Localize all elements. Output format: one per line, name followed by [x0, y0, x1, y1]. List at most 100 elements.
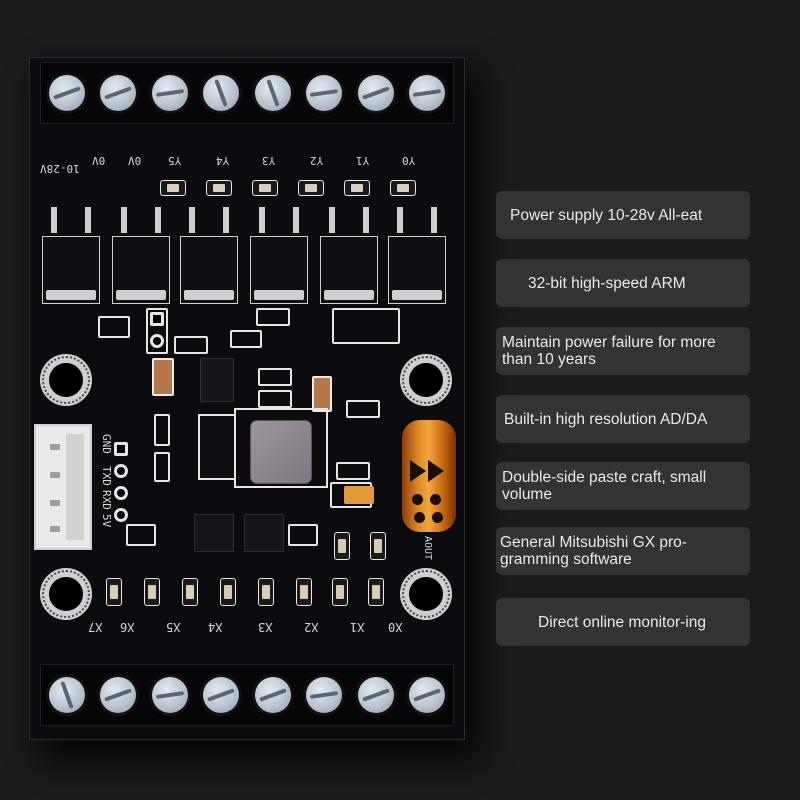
output-led: [344, 180, 370, 196]
terminal-screw: [409, 677, 446, 713]
output-led: [206, 180, 232, 196]
feature-text: Built-in high resolution AD/DA: [504, 410, 708, 428]
feature-double-side: Double-side paste craft, small volume: [496, 462, 750, 510]
terminal-screw: [151, 677, 188, 713]
input-led: [220, 578, 236, 606]
feature-power-retention: Maintain power failure for more than 10 …: [496, 327, 750, 375]
header-pad: [150, 334, 164, 348]
output-terminal-block: [40, 62, 454, 124]
input-led: [258, 578, 274, 606]
mounting-hole: [400, 568, 452, 620]
serial-connector: [34, 424, 92, 550]
silk-output-label: Y2: [310, 154, 324, 167]
feature-power-supply: Power supply 10-28v All-eat: [496, 191, 750, 239]
mcu-chip: [200, 358, 234, 402]
output-mosfet: [320, 207, 378, 304]
output-led: [390, 180, 416, 196]
silk-input-label: X3: [258, 620, 273, 634]
silk-serial-txd: TXD: [100, 466, 113, 486]
terminal-screw: [254, 75, 291, 111]
input-led: [144, 578, 160, 606]
smd-capacitor: [152, 358, 174, 396]
terminal-screw: [306, 75, 343, 111]
smd-resistor: [154, 452, 170, 482]
output-led: [252, 180, 278, 196]
silk-serial-5v: 5V: [100, 514, 113, 528]
feature-arm-cpu: 32-bit high-speed ARM: [496, 259, 750, 307]
silk-input-label: X2: [304, 620, 319, 634]
silk-input-label: X4: [208, 620, 223, 634]
serial-pad: [114, 442, 128, 456]
smd-resistor: [230, 330, 262, 348]
serial-pad: [114, 486, 128, 500]
silk-output-label: Y4: [216, 154, 230, 167]
output-led-row: [160, 180, 436, 196]
silk-serial-rxd: RXD: [100, 490, 113, 510]
terminal-screw: [306, 677, 343, 713]
smd-resistor: [258, 368, 292, 386]
smd-resistor: [174, 336, 208, 354]
silk-output-label: Y1: [356, 154, 370, 167]
smd-array: [126, 524, 156, 546]
feature-ad-da: Built-in high resolution AD/DA: [496, 395, 750, 443]
input-led: [106, 578, 122, 606]
smd-resistor: [336, 462, 370, 480]
feature-text: 32-bit high-speed ARM: [528, 274, 686, 292]
terminal-screw: [357, 677, 394, 713]
silk-input-label: X7: [88, 620, 103, 634]
feature-online-monitoring: Direct online monitor-ing: [496, 598, 750, 646]
terminal-screw: [100, 75, 137, 111]
silk-aout-label: AOUT: [422, 536, 433, 561]
input-led: [332, 578, 348, 606]
silk-input-label: X6: [120, 620, 135, 634]
output-mosfet: [112, 207, 170, 304]
smd-resistor: [154, 414, 170, 446]
output-mosfet: [180, 207, 238, 304]
terminal-screw: [254, 677, 291, 713]
silk-input-label: X5: [166, 620, 181, 634]
terminal-screw: [48, 75, 85, 111]
status-led: [370, 532, 386, 560]
smd-resistor: [346, 400, 380, 418]
smd-capacitor: [312, 376, 332, 412]
input-terminal-block: [40, 664, 454, 726]
output-led: [160, 180, 186, 196]
plc-board: 10-28V 0V 0V Y5 Y4 Y3 Y2 Y1 Y0 GND TXD R…: [29, 57, 465, 740]
smd-resistor: [258, 390, 292, 408]
input-led: [368, 578, 384, 606]
feature-gx-software: General Mitsubishi GX pro-gramming softw…: [496, 527, 750, 575]
silk-input-label: X0: [388, 620, 403, 634]
silk-0v-label: 0V: [92, 154, 106, 167]
terminal-screw: [409, 75, 446, 111]
feature-text: General Mitsubishi GX pro-gramming softw…: [500, 534, 687, 568]
terminal-screw: [203, 677, 240, 713]
status-led: [334, 532, 350, 560]
silk-serial-gnd: GND: [100, 434, 113, 454]
smd-resistor: [256, 308, 290, 326]
regulator-chip: [194, 514, 234, 552]
terminal-screw: [151, 75, 188, 111]
output-mosfet: [250, 207, 308, 304]
terminal-screw: [100, 677, 137, 713]
mounting-hole: [400, 354, 452, 406]
output-mosfet: [388, 207, 446, 304]
tantalum-capacitor: [344, 486, 374, 504]
smd-diode: [198, 414, 236, 480]
silk-output-label: Y3: [262, 154, 276, 167]
silk-input-label: X1: [350, 620, 365, 634]
silk-0v-label: 0V: [128, 154, 142, 167]
mounting-hole: [40, 568, 92, 620]
output-led: [298, 180, 324, 196]
power-inductor: [250, 420, 312, 484]
output-mosfet: [42, 207, 100, 304]
mounting-hole: [40, 354, 92, 406]
feature-text: Direct online monitor-ing: [538, 613, 706, 631]
feature-text: Power supply 10-28v All-eat: [510, 206, 703, 224]
smd-component: [98, 316, 130, 338]
header-pad: [150, 312, 164, 326]
backup-battery: [402, 420, 456, 532]
serial-pad: [114, 464, 128, 478]
input-led: [182, 578, 198, 606]
regulator-chip: [244, 514, 284, 552]
silk-output-label: Y0: [402, 154, 416, 167]
